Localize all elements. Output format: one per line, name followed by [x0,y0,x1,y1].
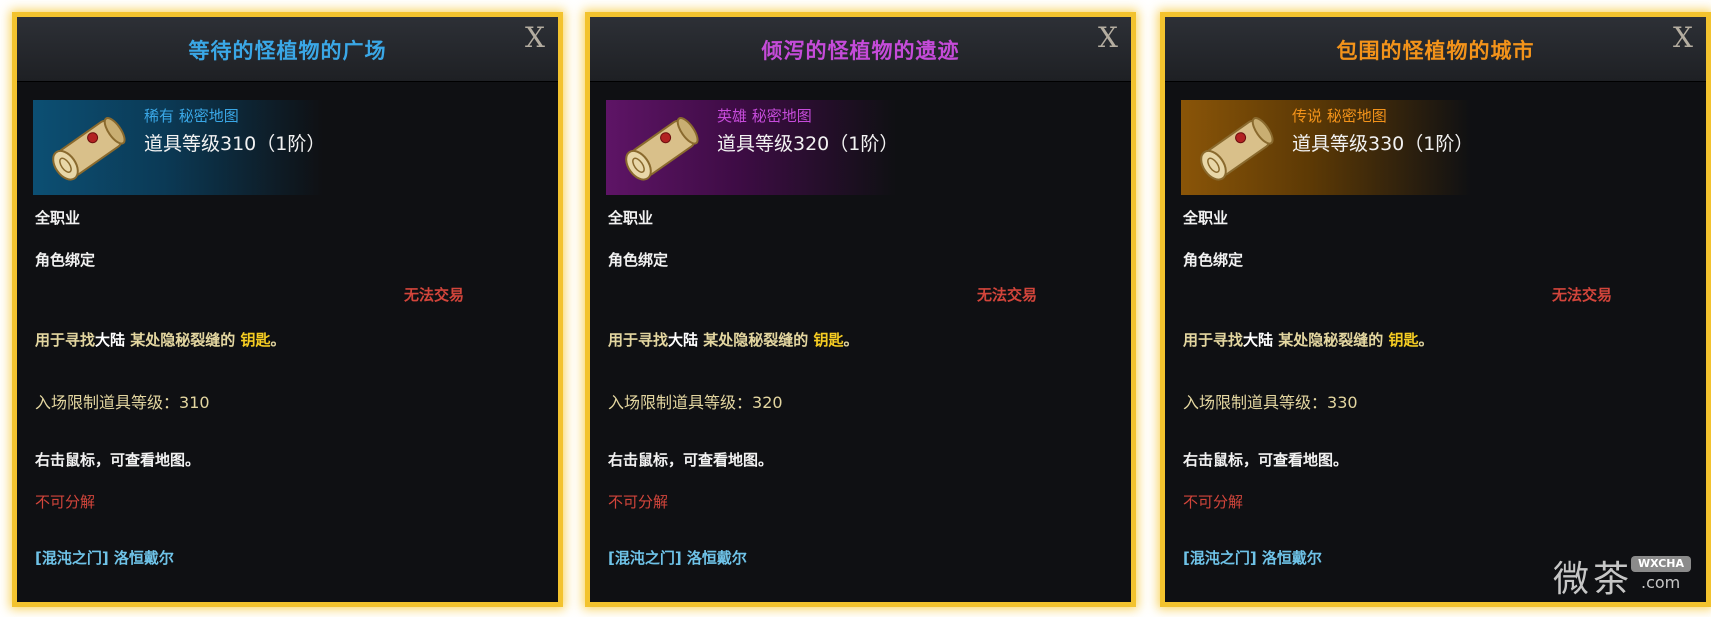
rarity-line: 传说 秘密地图 [1292,105,1387,126]
item-level: 道具等级330（1阶） [1292,133,1474,155]
rarity-line: 稀有 秘密地图 [144,105,239,126]
desc-place: 大陆 [668,331,699,349]
binding-status: 角色绑定 [608,251,669,269]
right-click-hint: 右击鼠标，可查看地图。 [1183,451,1349,469]
item-description: 用于寻找大陆 某处隐秘裂缝的 钥匙。 [1183,329,1434,350]
trade-status: 无法交易 [404,286,465,304]
close-icon[interactable]: X [1093,23,1123,53]
class-requirement: 全职业 [608,209,654,227]
watermark-domain: .com [1641,573,1681,592]
class-requirement: 全职业 [35,209,81,227]
binding-status: 角色绑定 [35,251,96,269]
scroll-icon [625,117,699,181]
trade-status: 无法交易 [977,286,1038,304]
entry-value: 310 [179,393,210,412]
entry-label: 入场限制道具等级： [1183,393,1328,412]
item-level: 道具等级310（1阶） [144,133,326,155]
desc-middle: 某处隐秘裂缝的 [698,331,814,349]
tooltip-title: 包围的怪植物的城市 [1336,39,1535,63]
scroll-icon [52,117,126,181]
desc-suffix: 。 [270,331,286,349]
class-requirement: 全职业 [1183,209,1229,227]
close-icon[interactable]: X [1668,23,1698,53]
entry-value: 320 [752,393,783,412]
desc-place: 大陆 [1243,331,1274,349]
tooltip-comparison: 等待的怪植物的广场 X 稀有 秘密地图 道具等级310（1阶） 全职业 角色绑定… [0,0,1711,617]
rarity-label: 英雄 [717,107,748,125]
entry-label: 入场限制道具等级： [35,393,180,412]
tooltip-title: 等待的怪植物的广场 [188,39,387,63]
item-description: 用于寻找大陆 某处隐秘裂缝的 钥匙。 [35,329,286,350]
desc-suffix: 。 [1418,331,1434,349]
entry-requirement: 入场限制道具等级：310 [35,389,210,413]
dismantle-status: 不可分解 [608,493,669,511]
dismantle-status: 不可分解 [35,493,96,511]
right-click-hint: 右击鼠标，可查看地图。 [35,451,201,469]
item-description: 用于寻找大陆 某处隐秘裂缝的 钥匙。 [608,329,859,350]
item-tooltip-rare: 等待的怪植物的广场 X 稀有 秘密地图 道具等级310（1阶） 全职业 角色绑定… [12,12,563,607]
entry-value: 330 [1327,393,1358,412]
site-watermark: 微茶 WXCHA .com [1553,550,1703,600]
watermark-badge: WXCHA [1631,556,1691,572]
item-tooltip-heroic: 倾泻的怪植物的遗迹 X 英雄 秘密地图 道具等级320（1阶） 全职业 角色绑定… [585,12,1136,607]
item-tooltip-legendary: 包围的怪植物的城市 X 传说 秘密地图 道具等级330（1阶） 全职业 角色绑定… [1160,12,1711,607]
entry-requirement: 入场限制道具等级：320 [608,389,783,413]
desc-middle: 某处隐秘裂缝的 [1273,331,1389,349]
desc-key: 钥匙 [813,331,844,349]
rarity-label: 传说 [1292,107,1323,125]
item-level: 道具等级320（1阶） [717,133,899,155]
item-type: 秘密地图 [1326,107,1387,125]
location-link[interactable]: [混沌之门] 洛恒戴尔 [35,547,174,568]
desc-prefix: 用于寻找 [1183,331,1244,349]
desc-prefix: 用于寻找 [35,331,96,349]
desc-key: 钥匙 [240,331,271,349]
desc-middle: 某处隐秘裂缝的 [125,331,241,349]
tooltip-header: 包围的怪植物的城市 X [1165,17,1706,82]
desc-place: 大陆 [95,331,126,349]
location-link[interactable]: [混沌之门] 洛恒戴尔 [608,547,747,568]
tooltip-header: 倾泻的怪植物的遗迹 X [590,17,1131,82]
item-type: 秘密地图 [751,107,812,125]
tooltip-header: 等待的怪植物的广场 X [17,17,558,82]
right-click-hint: 右击鼠标，可查看地图。 [608,451,774,469]
entry-label: 入场限制道具等级： [608,393,753,412]
trade-status: 无法交易 [1552,286,1613,304]
item-type: 秘密地图 [178,107,239,125]
binding-status: 角色绑定 [1183,251,1244,269]
location-link[interactable]: [混沌之门] 洛恒戴尔 [1183,547,1322,568]
scroll-icon [1200,117,1274,181]
entry-requirement: 入场限制道具等级：330 [1183,389,1358,413]
desc-suffix: 。 [843,331,859,349]
desc-key: 钥匙 [1388,331,1419,349]
dismantle-status: 不可分解 [1183,493,1244,511]
rarity-line: 英雄 秘密地图 [717,105,812,126]
desc-prefix: 用于寻找 [608,331,669,349]
watermark-text: 微茶 [1553,559,1634,600]
close-icon[interactable]: X [520,23,550,53]
tooltip-title: 倾泻的怪植物的遗迹 [761,39,960,63]
rarity-label: 稀有 [144,107,175,125]
